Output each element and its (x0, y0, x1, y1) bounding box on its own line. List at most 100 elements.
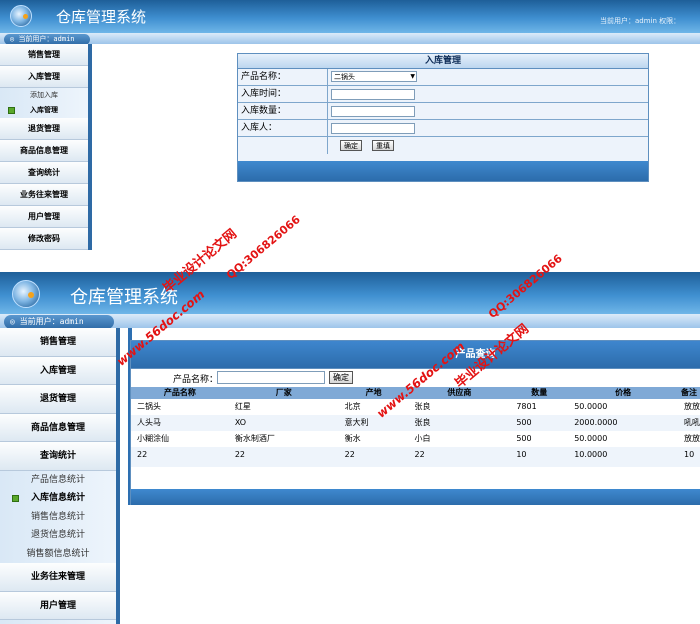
search-input[interactable] (217, 371, 325, 384)
sidebar-subitem[interactable]: 入库管理 (0, 103, 88, 118)
column-header: 产品名称 (163, 388, 196, 397)
qty-label: 入库数量： (238, 103, 328, 119)
table-cell: 意大利 (344, 418, 369, 427)
table-cell: 二锅头 (137, 402, 161, 411)
sidebar-item[interactable]: 用户管理 (0, 206, 88, 228)
table-cell: 2000.0000 (574, 418, 618, 427)
product-query-panel: 产品查询 产品名称： 确定 产品名称 厂家 产地 供应商 数量 价格 备注 二锅头 红星 北京 张良… (130, 340, 700, 505)
app-logo-icon (10, 5, 32, 27)
current-user-text: 当前用户：admin (18, 35, 75, 43)
qty-input[interactable] (331, 106, 415, 117)
table-cell: 10 (516, 450, 527, 459)
sidebar-item[interactable]: 查询统计 (0, 442, 116, 471)
table-cell: 张良 (414, 402, 431, 411)
table-cell: 小糊涂仙 (137, 434, 169, 443)
sidebar-item[interactable]: 修改密码 (0, 228, 88, 250)
table-cell: 500 (516, 434, 532, 443)
table-cell: 放放风 (684, 402, 700, 411)
table-cell: 10.0000 (574, 450, 608, 459)
sidebar-item[interactable]: 入库管理 (0, 356, 116, 385)
current-user-text: 当前用户：admin (19, 317, 84, 326)
sidebar-item[interactable]: 销售管理 (0, 44, 88, 66)
table-cell: 人头马 (137, 418, 161, 427)
table-cell: 衡水制酒厂 (234, 434, 275, 443)
sidebar-subitem-label: 入库管理 (30, 106, 58, 114)
sidebar-item[interactable]: 业务往来管理 (0, 563, 116, 592)
sidebar-subitem-label: 添加入库 (30, 91, 58, 99)
bottom-sidebar-menu: 销售管理 入库管理 退货管理 商品信息管理 查询统计 产品信息统计入库信息统计 销售信息统计… (0, 328, 116, 620)
table-cell: 10 (684, 450, 695, 459)
confirm-button[interactable]: 确定 (340, 140, 362, 151)
sidebar-item[interactable]: 业务往来管理 (0, 184, 88, 206)
table-row: 二锅头红星北京张良780150.0000放放风 (131, 399, 700, 415)
panel-footer (238, 161, 648, 181)
column-header: 厂家 (275, 388, 292, 397)
stock-in-panel: 入库管理 产品名称： 二锅头 ▼ 入库时间： 入库数量： 入库人： 确定 重填 (237, 53, 649, 182)
table-cell: 22 (414, 450, 425, 459)
sidebar-subitem-label: 销售信息统计 (30, 511, 85, 522)
sidebar-item[interactable]: 用户管理 (0, 591, 116, 620)
sidebar-item[interactable]: 入库管理 (0, 66, 88, 88)
table-row: 人头马 XO 意大利 张良 500 2000.0000 吼吼吼 (131, 415, 700, 431)
screenshot-divider (0, 250, 700, 272)
person-label: 入库人： (238, 120, 328, 136)
product-table: 产品名称厂家产地供应商数量价格备注二锅头红星北京张良780150.0000放放风… (131, 387, 700, 467)
table-cell: 500 (516, 418, 532, 427)
sidebar-item[interactable]: 退货管理 (0, 385, 116, 414)
table-cell: 22 (234, 450, 246, 459)
table-cell: XO (234, 418, 247, 427)
search-confirm-button[interactable]: 确定 (329, 371, 353, 384)
column-header: 数量 (531, 388, 548, 397)
sidebar-item[interactable]: 商品信息管理 (0, 413, 116, 442)
bottom-header: 仓库管理系统 (0, 272, 700, 314)
sidebar-subitem-label: 退货信息统计 (30, 530, 85, 540)
table-cell: 小白 (414, 434, 431, 443)
person-input[interactable] (331, 123, 415, 134)
time-label: 入库时间： (238, 86, 328, 102)
table-cell: 衡水 (344, 434, 361, 443)
panel-title: 入库管理 (238, 54, 648, 69)
column-header: 备注 (681, 388, 698, 397)
product-select[interactable]: 二锅头 ▼ (331, 71, 417, 82)
top-sidebar-rail (88, 44, 92, 250)
sidebar-subitem[interactable]: 销售额信息统计 (0, 545, 116, 564)
sidebar-subitem-label: 入库信息统计 (30, 493, 85, 503)
top-sidebar-menu: 销售管理 入库管理 添加入库 入库管理 退货管理 商品信息管理 查询统计 业务往来管理 用户管理… (0, 44, 88, 250)
sidebar-item[interactable]: 商品信息管理 (0, 140, 88, 162)
sidebar-subitem-label: 销售额信息统计 (26, 548, 90, 559)
current-user-pill: ◎ 当前用户：admin (4, 315, 114, 329)
arrow-right-icon (12, 495, 19, 502)
table-cell: 50.0000 (574, 402, 608, 411)
search-label: 产品名称： (173, 375, 219, 385)
sidebar-item[interactable]: 销售管理 (0, 328, 116, 357)
column-header: 价格 (615, 388, 632, 397)
sidebar-item[interactable]: 查询统计 (0, 162, 88, 184)
table-cell: 红星 (234, 402, 251, 411)
sidebar-item[interactable]: 退货管理 (0, 118, 88, 140)
table-cell: 22 (344, 450, 355, 459)
user-icon: ◎ (10, 317, 20, 326)
time-input[interactable] (331, 89, 415, 100)
chevron-down-icon: ▼ (410, 73, 415, 80)
table-cell: 50.0000 (574, 434, 608, 443)
arrow-right-icon (8, 107, 15, 114)
sidebar-subitem[interactable]: 退货信息统计 (0, 526, 116, 545)
table-row: 22 22 22 22 10 10.0000 10 (131, 447, 700, 467)
top-subbar (0, 33, 700, 44)
table-cell: 7801 (516, 402, 537, 411)
app-logo-icon (12, 280, 40, 308)
table-cell: 放放风 (684, 434, 700, 443)
sidebar-subitem[interactable]: 添加入库 (0, 88, 88, 103)
product-label: 产品名称： (238, 69, 328, 85)
bottom-sidebar-rail (116, 328, 120, 624)
top-header: 仓库管理系统 当前用户：admin 权限： (0, 0, 700, 33)
sidebar-subitem[interactable]: 销售信息统计 (0, 508, 116, 527)
sidebar-subitem[interactable]: 产品信息统计 (0, 471, 116, 490)
panel-footer (131, 489, 700, 505)
table-cell: 张良 (414, 418, 431, 427)
app-title: 仓库管理系统 (56, 8, 147, 26)
sidebar-subitem[interactable]: 入库信息统计 (0, 489, 116, 508)
table-row: 小糊涂仙 衡水制酒厂 衡水 小白 500 50.0000 放放风 (131, 431, 700, 447)
reset-button[interactable]: 重填 (372, 140, 394, 151)
table-cell: 吼吼吼 (684, 418, 700, 427)
